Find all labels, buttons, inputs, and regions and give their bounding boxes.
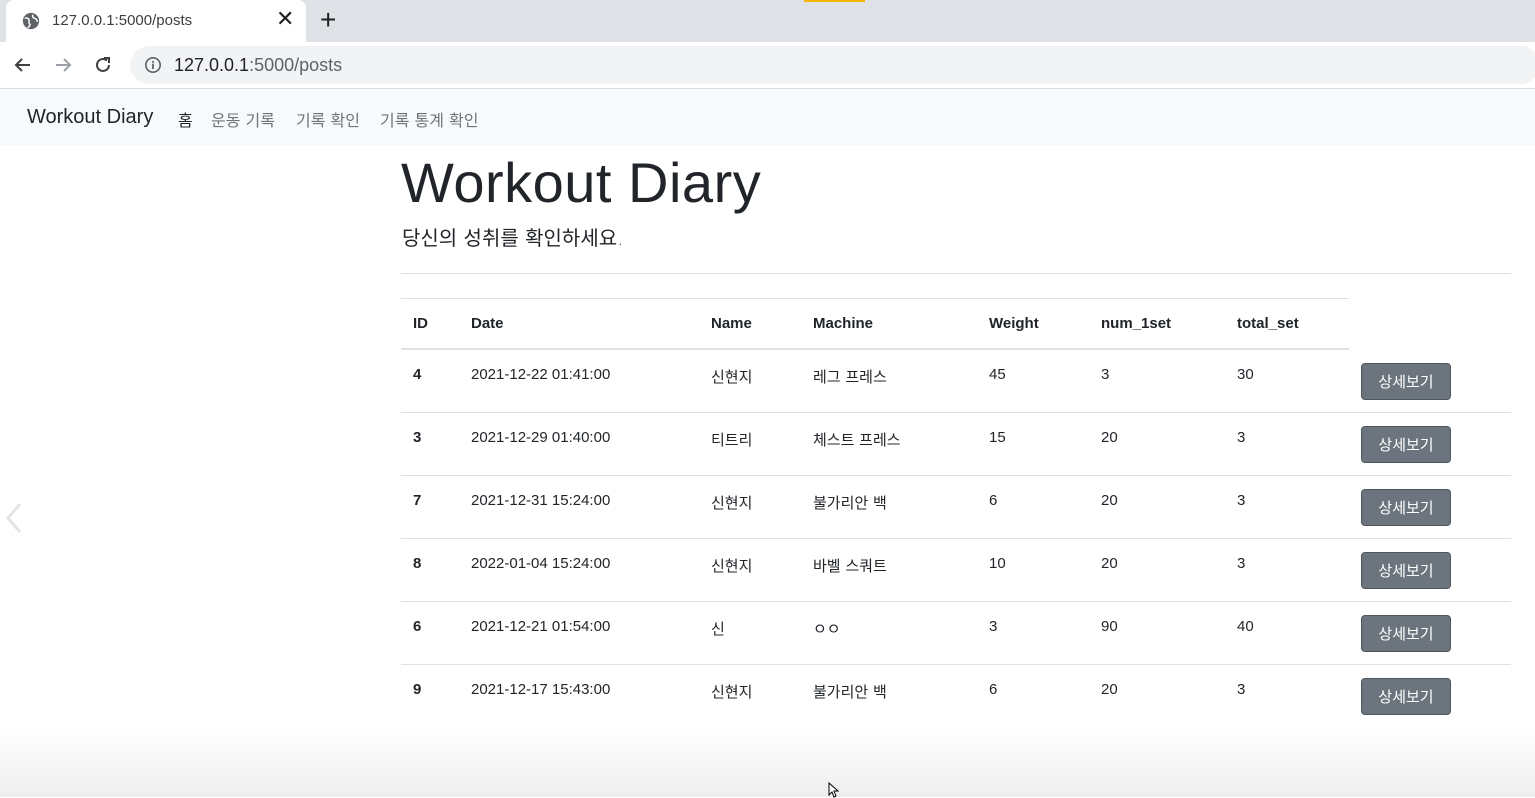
cell-name: 신현지: [711, 683, 753, 701]
cell-id: 3: [413, 429, 422, 446]
cell-machine: ㅇㅇ: [813, 620, 841, 638]
navbar-brand[interactable]: Workout Diary: [27, 106, 153, 129]
cell-num-1set: 20: [1101, 492, 1118, 509]
table-row: 6 2021-12-21 01:54:00 신 ㅇㅇ 3 90 40 상세보기: [401, 602, 1511, 665]
info-icon[interactable]: [144, 56, 162, 74]
app-navbar: Workout Diary 홈 운동 기록 기록 확인 기록 통계 확인: [0, 89, 1535, 145]
cell-weight: 45: [989, 366, 1006, 383]
globe-icon: [22, 12, 40, 30]
cell-weight: 15: [989, 429, 1006, 446]
cell-name: 신: [711, 620, 725, 638]
table-row: 8 2022-01-04 15:24:00 신현지 바벨 스쿼트 10 20 3 상세보기: [401, 539, 1511, 602]
cell-id: 8: [413, 555, 422, 572]
column-header-total-set: total_set: [1237, 315, 1299, 332]
column-header-id: ID: [413, 315, 428, 332]
cell-machine: 불가리안 백: [813, 683, 887, 701]
divider: [401, 273, 1511, 274]
table-row: 4 2021-12-22 01:41:00 신현지 레그 프레스 45 3 30 상세보기: [401, 350, 1511, 413]
reload-button[interactable]: [90, 52, 116, 78]
new-tab-button[interactable]: +: [320, 6, 336, 34]
chevron-left-icon[interactable]: [4, 500, 24, 536]
table-row: 9 2021-12-17 15:43:00 신현지 불가리안 백 6 20 3 상세보기: [401, 665, 1511, 728]
nav-link-record-workout[interactable]: 운동 기록: [211, 107, 275, 131]
cell-date: 2021-12-21 01:54:00: [471, 618, 611, 635]
cell-total-set: 30: [1237, 366, 1254, 383]
table-row: 7 2021-12-31 15:24:00 신현지 불가리안 백 6 20 3 상세보기: [401, 476, 1511, 539]
cell-name: 신현지: [711, 368, 753, 386]
cell-name: 신현지: [711, 494, 753, 512]
column-header-date: Date: [471, 315, 504, 332]
cell-date: 2021-12-31 15:24:00: [471, 492, 611, 509]
cell-total-set: 3: [1237, 429, 1246, 446]
url-host: 127.0.0.1: [174, 55, 250, 75]
browser-tab-bar: 127.0.0.1:5000/posts ✕ +: [0, 0, 1535, 42]
browser-tab[interactable]: 127.0.0.1:5000/posts ✕: [6, 0, 306, 42]
back-button[interactable]: [10, 52, 36, 78]
cell-weight: 3: [989, 618, 998, 635]
cell-num-1set: 3: [1101, 366, 1110, 383]
table-header-top-border: [401, 298, 1349, 299]
table-row: 3 2021-12-29 01:40:00 티트리 체스트 프레스 15 20 3 상세보기: [401, 413, 1511, 476]
back-arrow-icon: [14, 58, 30, 72]
cell-machine: 불가리안 백: [813, 494, 887, 512]
tab-title: 127.0.0.1:5000/posts: [52, 12, 193, 29]
nav-link-home[interactable]: 홈: [178, 107, 193, 131]
cell-machine: 바벨 스쿼트: [813, 557, 887, 575]
nav-link-record-stats[interactable]: 기록 통계 확인: [380, 107, 479, 131]
cell-total-set: 3: [1237, 555, 1246, 572]
cell-total-set: 3: [1237, 492, 1246, 509]
cell-num-1set: 20: [1101, 681, 1118, 698]
cell-num-1set: 20: [1101, 429, 1118, 446]
cell-total-set: 3: [1237, 681, 1246, 698]
page-footer-fade: [0, 730, 1535, 797]
cell-id: 9: [413, 681, 422, 698]
detail-button[interactable]: 상세보기: [1361, 552, 1451, 589]
nav-link-view-records[interactable]: 기록 확인: [296, 107, 360, 131]
cell-weight: 10: [989, 555, 1006, 572]
cell-weight: 6: [989, 492, 998, 509]
url-path: :5000/posts: [249, 55, 343, 75]
close-tab-icon[interactable]: ✕: [276, 9, 294, 31]
detail-button[interactable]: 상세보기: [1361, 678, 1451, 715]
detail-button[interactable]: 상세보기: [1361, 426, 1451, 463]
forward-arrow-icon: [56, 58, 72, 72]
cell-machine: 체스트 프레스: [813, 431, 901, 449]
reload-icon: [96, 57, 110, 72]
url-text: 127.0.0.1:5000/posts: [174, 55, 342, 76]
page-subtitle: 당신의 성취를 확인하세요.: [402, 226, 624, 250]
loading-indicator: [804, 0, 865, 2]
cell-num-1set: 20: [1101, 555, 1118, 572]
page-title: Workout Diary: [401, 151, 762, 214]
detail-button[interactable]: 상세보기: [1361, 489, 1451, 526]
column-header-weight: Weight: [989, 315, 1039, 332]
cell-total-set: 40: [1237, 618, 1254, 635]
cell-date: 2021-12-17 15:43:00: [471, 681, 611, 698]
cell-date: 2021-12-29 01:40:00: [471, 429, 611, 446]
column-header-num-1set: num_1set: [1101, 315, 1172, 332]
cell-num-1set: 90: [1101, 618, 1118, 635]
cell-name: 신현지: [711, 557, 753, 575]
mouse-cursor-icon: [828, 782, 840, 798]
cell-id: 4: [413, 366, 422, 383]
column-header-machine: Machine: [813, 315, 874, 332]
cell-date: 2022-01-04 15:24:00: [471, 555, 611, 572]
detail-button[interactable]: 상세보기: [1361, 615, 1451, 652]
browser-toolbar: 127.0.0.1:5000/posts: [0, 42, 1535, 89]
cell-weight: 6: [989, 681, 998, 698]
forward-button[interactable]: [50, 52, 76, 78]
detail-button[interactable]: 상세보기: [1361, 363, 1451, 400]
cell-name: 티트리: [711, 431, 753, 449]
cell-id: 7: [413, 492, 422, 509]
cell-date: 2021-12-22 01:41:00: [471, 366, 611, 383]
cell-id: 6: [413, 618, 422, 635]
column-header-name: Name: [711, 315, 752, 332]
cell-machine: 레그 프레스: [813, 368, 887, 386]
address-bar[interactable]: 127.0.0.1:5000/posts: [130, 46, 1535, 84]
